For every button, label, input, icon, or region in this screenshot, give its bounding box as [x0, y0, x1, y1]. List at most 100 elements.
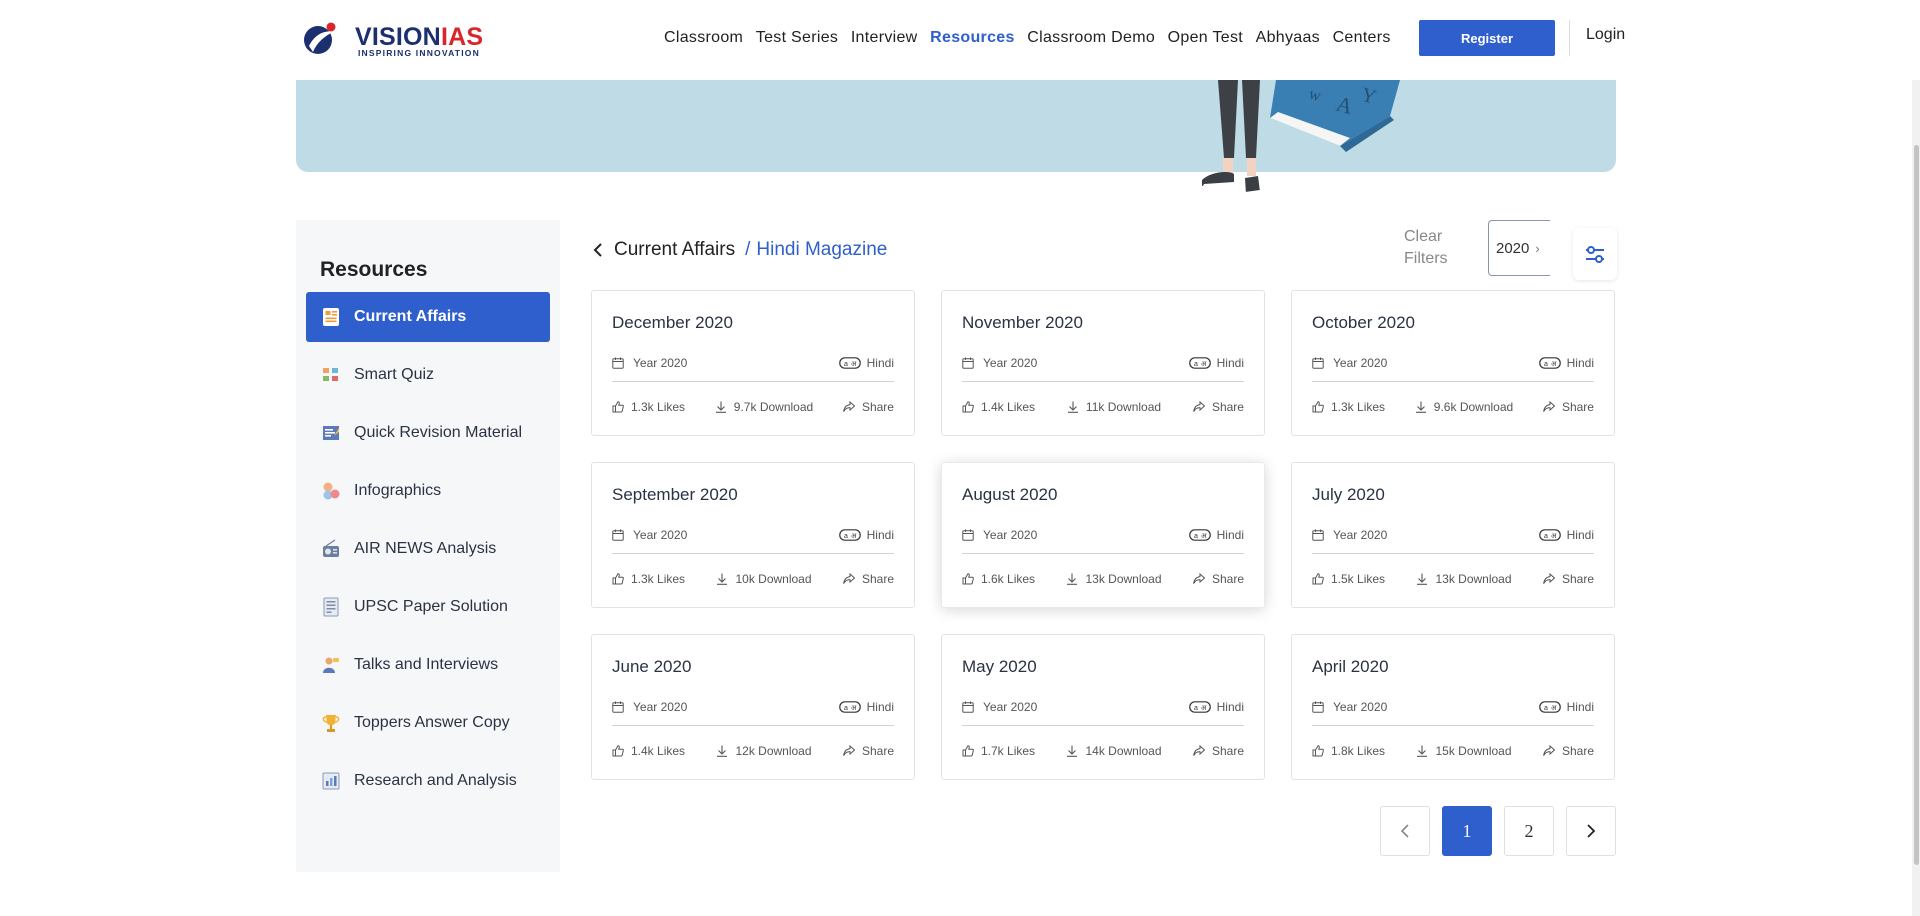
card-title[interactable]: November 2020 [962, 313, 1083, 333]
pagination-page-1[interactable]: 1 [1442, 806, 1492, 856]
share-button[interactable]: Share [843, 572, 894, 586]
nav-classroom-demo[interactable]: Classroom Demo [1027, 29, 1155, 47]
breadcrumb-parent[interactable]: Current Affairs [614, 239, 735, 261]
like-button[interactable]: 1.7k Likes [962, 744, 1035, 758]
download-button[interactable]: 14k Download [1066, 744, 1162, 758]
card-title[interactable]: May 2020 [962, 657, 1037, 677]
card-title[interactable]: August 2020 [962, 485, 1057, 505]
like-count: 1.4k Likes [981, 400, 1036, 414]
paper-icon [323, 597, 339, 617]
visionias-logo[interactable]: VISIONIAS INSPIRING INNOVATION [303, 20, 483, 58]
share-button[interactable]: Share [1193, 744, 1244, 758]
card-title[interactable]: April 2020 [1312, 657, 1389, 677]
clear-filters-button[interactable]: Clear Filters [1404, 226, 1456, 270]
download-button[interactable]: 9.7k Download [715, 400, 813, 414]
sidebar-item-toppers[interactable]: Toppers Answer Copy [306, 698, 550, 748]
magazine-card[interactable]: August 2020 Year 2020 a अ Hindi 1.6k Likes 13k… [941, 462, 1265, 608]
magazine-card[interactable]: April 2020 Year 2020 a अ Hindi 1.8k Likes 15k … [1291, 634, 1615, 780]
download-button[interactable]: 13k Download [1416, 572, 1512, 586]
logo-tagline: INSPIRING INNOVATION [358, 48, 480, 58]
download-button[interactable]: 10k Download [716, 572, 812, 586]
sidebar-item-infographics[interactable]: Infographics [306, 466, 550, 516]
like-button[interactable]: 1.3k Likes [1312, 400, 1385, 414]
sidebar-item-current-affairs[interactable]: Current Affairs [306, 292, 550, 342]
like-button[interactable]: 1.3k Likes [612, 572, 685, 586]
card-title[interactable]: October 2020 [1312, 313, 1415, 333]
sidebar-item-quick-revision[interactable]: Quick Revision Material [306, 408, 550, 458]
nav-centers[interactable]: Centers [1333, 29, 1391, 47]
sidebar-item-talks[interactable]: Talks and Interviews [306, 640, 550, 690]
like-button[interactable]: 1.5k Likes [1312, 572, 1385, 586]
pagination-next-button[interactable] [1566, 806, 1616, 856]
thumbs-up-icon [1312, 401, 1324, 413]
sidebar-item-smart-quiz[interactable]: Smart Quiz [306, 350, 550, 400]
download-count: 11k Download [1085, 400, 1162, 414]
sidebar-item-research[interactable]: Research and Analysis [306, 756, 550, 806]
card-actions: 1.8k Likes 15k Download Share [1312, 743, 1594, 759]
language-icon: aअ [838, 529, 861, 541]
page-scrollbar-thumb[interactable] [1914, 145, 1919, 865]
sidebar-item-label: AIR NEWS Analysis [354, 540, 497, 557]
pagination-page-2[interactable]: 2 [1504, 806, 1554, 856]
nav-abhyaas[interactable]: Abhyaas [1256, 29, 1320, 47]
card-title[interactable]: December 2020 [612, 313, 733, 333]
share-button[interactable]: Share [843, 400, 894, 414]
download-button[interactable]: 12k Download [716, 744, 812, 758]
share-icon [1193, 401, 1205, 412]
pagination-prev-button[interactable] [1380, 806, 1430, 856]
magazine-card[interactable]: June 2020 Year 2020 a अ Hindi 1.4k Likes 12k D… [591, 634, 915, 780]
login-link[interactable]: Login [1586, 26, 1625, 44]
magazine-card[interactable]: December 2020 Year 2020 a अ Hindi 1.3k Likes 9… [591, 290, 915, 436]
share-button[interactable]: Share [1193, 572, 1244, 586]
svg-text:अ: अ [1201, 361, 1207, 368]
like-button[interactable]: 1.4k Likes [612, 744, 685, 758]
magazine-card[interactable]: September 2020 Year 2020 a अ Hindi 1.3k Likes… [591, 462, 915, 608]
share-button[interactable]: Share [1543, 400, 1594, 414]
share-button[interactable]: Share [1193, 400, 1244, 414]
card-meta: Year 2020 a अ Hindi [1312, 525, 1594, 554]
language-icon: aअ [1538, 529, 1561, 541]
share-button[interactable]: Share [1543, 744, 1594, 758]
download-button[interactable]: 9.6k Download [1415, 400, 1513, 414]
chevron-right-icon [1587, 824, 1596, 838]
share-icon [843, 573, 855, 584]
like-button[interactable]: 1.3k Likes [612, 400, 685, 414]
download-button[interactable]: 15k Download [1416, 744, 1512, 758]
top-header: VISIONIAS INSPIRING INNOVATION Classroom… [0, 0, 1920, 80]
card-title[interactable]: September 2020 [612, 485, 738, 505]
download-button[interactable]: 11k Download [1067, 400, 1161, 414]
filter-settings-button[interactable] [1573, 228, 1617, 280]
like-button[interactable]: 1.4k Likes [962, 400, 1035, 414]
like-button[interactable]: 1.8k Likes [1312, 744, 1385, 758]
magazine-card[interactable]: July 2020 Year 2020 a अ Hindi 1.5k Likes 13k D… [1291, 462, 1615, 608]
sidebar-item-air-news[interactable]: AIR NEWS Analysis [306, 524, 550, 574]
nav-test-series[interactable]: Test Series [756, 29, 838, 47]
nav-open-test[interactable]: Open Test [1168, 29, 1243, 47]
like-button[interactable]: 1.6k Likes [962, 572, 1035, 586]
svg-text:a: a [1194, 533, 1198, 540]
svg-text:अ: अ [851, 533, 857, 540]
card-title[interactable]: June 2020 [612, 657, 691, 677]
magazine-card[interactable]: May 2020 Year 2020 a अ Hindi 1.7k Likes 14k Do… [941, 634, 1265, 780]
download-icon [717, 745, 728, 757]
share-button[interactable]: Share [843, 744, 894, 758]
share-button[interactable]: Share [1543, 572, 1594, 586]
download-count: 10k Download [735, 572, 812, 586]
nav-classroom[interactable]: Classroom [664, 29, 743, 47]
card-meta: Year 2020 a अ Hindi [1312, 697, 1594, 726]
svg-text:अ: अ [1201, 533, 1207, 540]
card-title[interactable]: July 2020 [1312, 485, 1385, 505]
sidebar-item-upsc-paper[interactable]: UPSC Paper Solution [306, 582, 550, 632]
chevron-left-icon[interactable] [592, 241, 604, 259]
magazine-card[interactable]: November 2020 Year 2020 a अ Hindi 1.4k Likes 1… [941, 290, 1265, 436]
nav-interview[interactable]: Interview [851, 29, 918, 47]
year-filter-select[interactable]: 2020 › [1488, 220, 1550, 276]
nav-resources[interactable]: Resources [930, 29, 1015, 47]
thumbs-up-icon [1312, 745, 1324, 757]
magazine-card[interactable]: October 2020 Year 2020 a अ Hindi 1.3k Likes 9.… [1291, 290, 1615, 436]
register-button[interactable]: Register [1419, 20, 1555, 56]
like-count: 1.6k Likes [981, 572, 1036, 586]
download-icon [715, 401, 726, 413]
download-button[interactable]: 13k Download [1066, 572, 1162, 586]
main-nav: Classroom Test Series Interview Resource… [664, 26, 1403, 50]
